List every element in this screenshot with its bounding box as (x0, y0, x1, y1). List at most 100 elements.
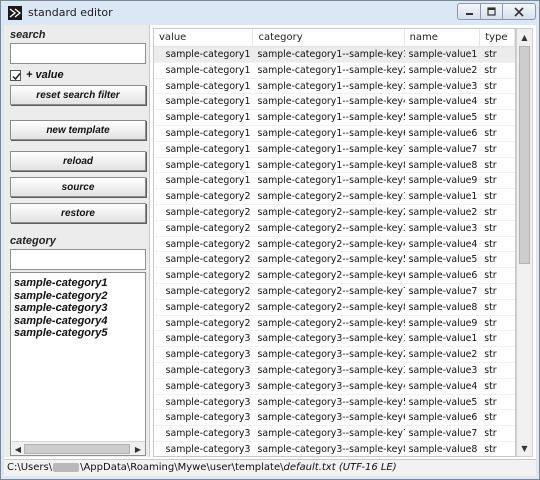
table-row[interactable]: sample-category2 sample-category2--sample… (154, 221, 515, 237)
new-template-button[interactable]: new template (10, 120, 146, 140)
minimize-button[interactable] (457, 3, 481, 20)
cell-value: sample-category1 (165, 127, 251, 139)
cell-type: str (484, 270, 497, 282)
table-row[interactable]: sample-category2 sample-category2--sample… (154, 300, 515, 316)
cell-name: sample-value3 (408, 364, 478, 376)
cell-type: str (484, 143, 497, 155)
cell-name: sample-value7 (408, 428, 478, 440)
cell-name: sample-value4 (408, 380, 478, 392)
category-item[interactable]: sample-category3 (11, 302, 145, 315)
category-horizontal-scrollbar[interactable]: ◀ ▶ (11, 441, 145, 455)
value-checkbox[interactable] (10, 69, 21, 81)
cell-category: sample-category3--sample-key3 (257, 364, 405, 376)
cell-name: sample-value2 (408, 349, 478, 361)
status-file: default.txt (UTF-16 LE) (283, 462, 397, 473)
left-arrow-icon[interactable]: ◀ (12, 443, 24, 455)
table-row[interactable]: sample-category3 sample-category3--sample… (154, 347, 515, 363)
table-row[interactable]: sample-category1 sample-category1--sample… (154, 110, 515, 126)
table-row[interactable]: sample-category1 sample-category1--sample… (154, 63, 515, 79)
table-row[interactable]: sample-category1 sample-category1--sample… (154, 126, 515, 142)
cell-name: sample-value6 (408, 412, 478, 424)
editor-window: standard editor search + value reset sea… (0, 0, 540, 480)
cell-name: sample-value1 (408, 333, 478, 345)
vertical-scroll-thumb[interactable] (519, 46, 530, 264)
table-row[interactable]: sample-category2 sample-category2--sample… (154, 284, 515, 300)
category-filter-input[interactable] (10, 249, 146, 270)
value-checkbox-row[interactable]: + value (10, 68, 64, 82)
category-list[interactable]: sample-category1 sample-category2 sample… (10, 272, 146, 456)
table-row[interactable]: sample-category3 sample-category3--sample… (154, 442, 515, 456)
table-row[interactable]: sample-category2 sample-category2--sample… (154, 316, 515, 332)
cell-type: str (484, 396, 497, 408)
table-row[interactable]: sample-category3 sample-category3--sample… (154, 363, 515, 379)
table-row[interactable]: sample-category3 sample-category3--sample… (154, 410, 515, 427)
up-arrow-icon[interactable]: ▲ (517, 29, 532, 45)
table-row[interactable]: sample-category1 sample-category1--sample… (154, 94, 515, 111)
cell-type: str (484, 64, 497, 76)
cell-name: sample-value9 (408, 317, 478, 329)
cell-value: sample-category3 (165, 396, 251, 408)
cell-type: str (484, 112, 497, 124)
cell-name: sample-value6 (408, 270, 478, 282)
cell-value: sample-category3 (165, 380, 251, 392)
category-item[interactable]: sample-category5 (11, 327, 145, 340)
category-item[interactable]: sample-category4 (11, 315, 145, 328)
table-row[interactable]: sample-category3 sample-category3--sample… (154, 395, 515, 411)
close-icon (514, 6, 524, 17)
table-row[interactable]: sample-category1 sample-category1--sample… (154, 158, 515, 174)
cell-value: sample-category3 (165, 364, 251, 376)
cell-value: sample-category2 (165, 270, 251, 282)
table-row[interactable]: sample-category2 sample-category2--sample… (154, 189, 515, 205)
table-header: value category name type (154, 29, 515, 47)
cell-value: sample-category2 (165, 317, 251, 329)
table-row[interactable]: sample-category1 sample-category1--sample… (154, 47, 515, 63)
check-icon (12, 72, 21, 80)
cell-value: sample-category3 (165, 443, 251, 455)
table-row[interactable]: sample-category3 sample-category3--sample… (154, 426, 515, 442)
source-button[interactable]: source (10, 177, 146, 197)
template-table[interactable]: value category name type sample-category… (153, 28, 516, 457)
column-header-value[interactable]: value (154, 29, 254, 46)
cell-name: sample-value7 (408, 143, 478, 155)
table-row[interactable]: sample-category1 sample-category1--sample… (154, 173, 515, 190)
down-arrow-icon[interactable]: ▼ (517, 440, 532, 456)
category-item[interactable]: sample-category1 (11, 277, 145, 290)
cell-category: sample-category3--sample-key4 (257, 380, 405, 392)
table-row[interactable]: sample-category2 sample-category2--sample… (154, 252, 515, 269)
value-checkbox-label: + value (26, 69, 64, 81)
reload-button[interactable]: reload (10, 151, 146, 171)
minimize-icon (465, 13, 473, 15)
title-bar[interactable]: standard editor (1, 1, 539, 25)
cell-name: sample-value5 (408, 112, 478, 124)
right-arrow-icon[interactable]: ▶ (132, 443, 144, 455)
left-panel: search + value reset search filter new t… (4, 25, 150, 457)
cell-category: sample-category3--sample-key1 (257, 333, 405, 345)
cell-value: sample-category3 (165, 428, 251, 440)
search-input[interactable] (10, 43, 146, 64)
column-header-name[interactable]: name (405, 29, 481, 46)
cell-category: sample-category1--sample-key4 (257, 96, 405, 108)
table-row[interactable]: sample-category2 sample-category2--sample… (154, 268, 515, 284)
column-header-type[interactable]: type (480, 29, 515, 46)
category-item[interactable]: sample-category2 (11, 290, 145, 303)
table-row[interactable]: sample-category3 sample-category3--sample… (154, 331, 515, 348)
table-body: sample-category1 sample-category1--sample… (154, 47, 515, 456)
reset-search-filter-button[interactable]: reset search filter (10, 85, 146, 105)
cell-name: sample-value3 (408, 222, 478, 234)
table-vertical-scrollbar[interactable]: ▲ ▼ (516, 28, 533, 457)
cell-type: str (484, 80, 497, 92)
table-row[interactable]: sample-category2 sample-category2--sample… (154, 205, 515, 221)
cell-category: sample-category3--sample-key8 (257, 443, 405, 455)
table-row[interactable]: sample-category1 sample-category1--sample… (154, 142, 515, 158)
table-row[interactable]: sample-category2 sample-category2--sample… (154, 237, 515, 253)
close-button[interactable] (502, 3, 536, 20)
cell-type: str (484, 412, 497, 424)
maximize-button[interactable] (480, 3, 503, 20)
restore-button[interactable]: restore (10, 203, 146, 223)
horizontal-scroll-thumb[interactable] (24, 444, 130, 454)
column-header-category[interactable]: category (253, 29, 405, 46)
cell-category: sample-category1--sample-key1 (257, 49, 405, 60)
cell-name: sample-value1 (408, 191, 478, 203)
table-row[interactable]: sample-category3 sample-category3--sample… (154, 379, 515, 395)
table-row[interactable]: sample-category1 sample-category1--sample… (154, 79, 515, 95)
